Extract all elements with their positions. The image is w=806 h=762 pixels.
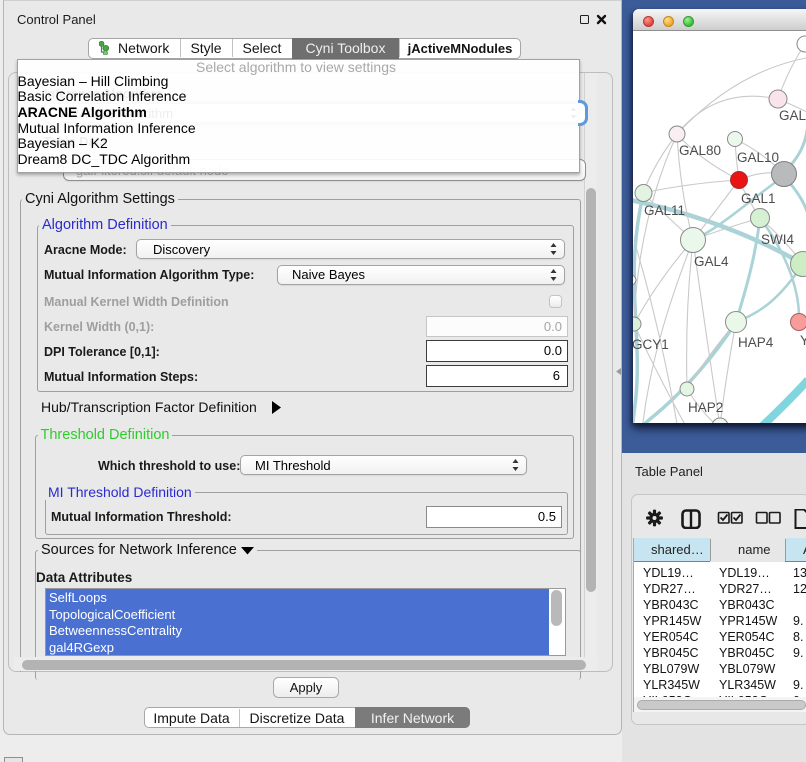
svg-text:GAL2: GAL2 [779,108,806,123]
svg-text:YD: YD [800,333,806,348]
svg-text:GAL11: GAL11 [644,203,685,218]
svg-text:GAL80: GAL80 [679,143,721,158]
svg-text:HAP2: HAP2 [688,400,723,415]
svg-text:GAL10: GAL10 [737,150,779,165]
svg-text:GCY1: GCY1 [633,337,669,352]
svg-text:SWI4: SWI4 [761,232,794,247]
svg-text:GAL1: GAL1 [741,191,776,206]
svg-text:GAL4: GAL4 [694,254,729,269]
svg-text:HAP4: HAP4 [738,335,774,350]
